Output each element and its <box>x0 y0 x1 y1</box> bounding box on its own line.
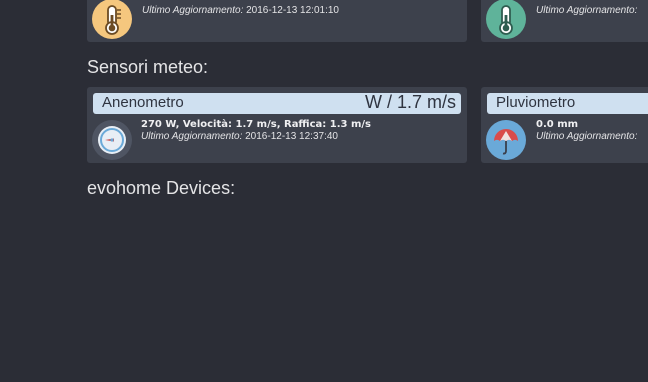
device-status: 0.0 mm <box>536 119 579 130</box>
last-updated: Ultimo Aggiornamento: 2016-12-13 12:01:1… <box>142 5 339 16</box>
rain-gauge-card[interactable]: Pluviometro 0.0 mm Ultimo Aggiornamento: <box>481 87 648 163</box>
temperature-card-1[interactable]: Ultimo Aggiornamento: 2016-12-13 12:01:1… <box>87 0 467 42</box>
card-header: Pluviometro <box>487 93 648 114</box>
device-value: W / 1.7 m/s <box>364 92 456 112</box>
device-status: 270 W, Velocità: 1.7 m/s, Raffica: 1.3 m… <box>141 119 371 130</box>
anemometer-card[interactable]: Anenometro W / 1.7 m/s 270 W, Velocità: … <box>87 87 467 163</box>
thermometer-icon <box>486 0 526 39</box>
umbrella-icon <box>486 120 526 160</box>
card-header: Anenometro W / 1.7 m/s <box>93 92 461 114</box>
last-updated: Ultimo Aggiornamento: <box>536 131 638 142</box>
wind-compass-icon <box>92 120 132 160</box>
device-name: Anenometro <box>102 94 184 111</box>
thermometer-icon <box>92 0 132 39</box>
last-updated: Ultimo Aggiornamento: <box>536 5 638 16</box>
section-title-evohome: evohome Devices: <box>87 178 236 198</box>
device-name: Pluviometro <box>496 94 576 111</box>
last-updated: Ultimo Aggiornamento: 2016-12-13 12:37:4… <box>141 131 338 142</box>
section-title-weather: Sensori meteo: <box>87 57 209 77</box>
temperature-card-2[interactable]: Ultimo Aggiornamento: <box>481 0 648 42</box>
